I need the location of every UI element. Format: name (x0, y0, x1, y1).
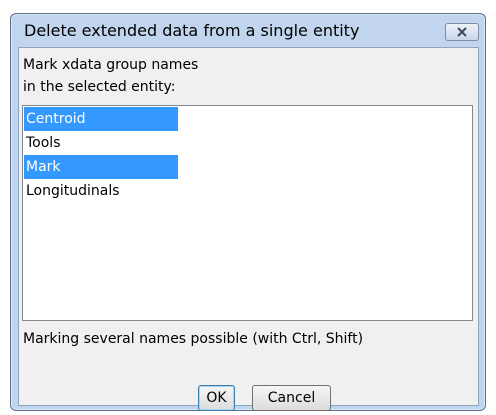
title-bar[interactable]: Delete extended data from a single entit… (11, 14, 485, 48)
close-button[interactable] (445, 23, 479, 41)
instruction-line-1: Mark xdata group names (23, 57, 199, 73)
cancel-button[interactable]: Cancel (252, 385, 331, 411)
ok-button[interactable]: OK (198, 385, 235, 411)
list-item-centroid[interactable]: Centroid (24, 107, 178, 131)
xdata-group-list[interactable]: Centroid Tools Mark Longitudinals (22, 105, 473, 321)
dialog-window: Delete extended data from a single entit… (10, 13, 486, 411)
instruction-line-2: in the selected entity: (23, 79, 176, 95)
list-item-longitudinals[interactable]: Longitudinals (24, 179, 178, 203)
multi-select-hint: Marking several names possible (with Ctr… (23, 331, 364, 347)
instruction-label: Mark xdata group names in the selected e… (23, 54, 198, 98)
dialog-body: Mark xdata group names in the selected e… (18, 47, 479, 411)
list-item-mark[interactable]: Mark (24, 155, 178, 179)
dialog-title: Delete extended data from a single entit… (24, 21, 360, 40)
close-icon (457, 27, 467, 37)
list-item-tools[interactable]: Tools (24, 131, 178, 155)
